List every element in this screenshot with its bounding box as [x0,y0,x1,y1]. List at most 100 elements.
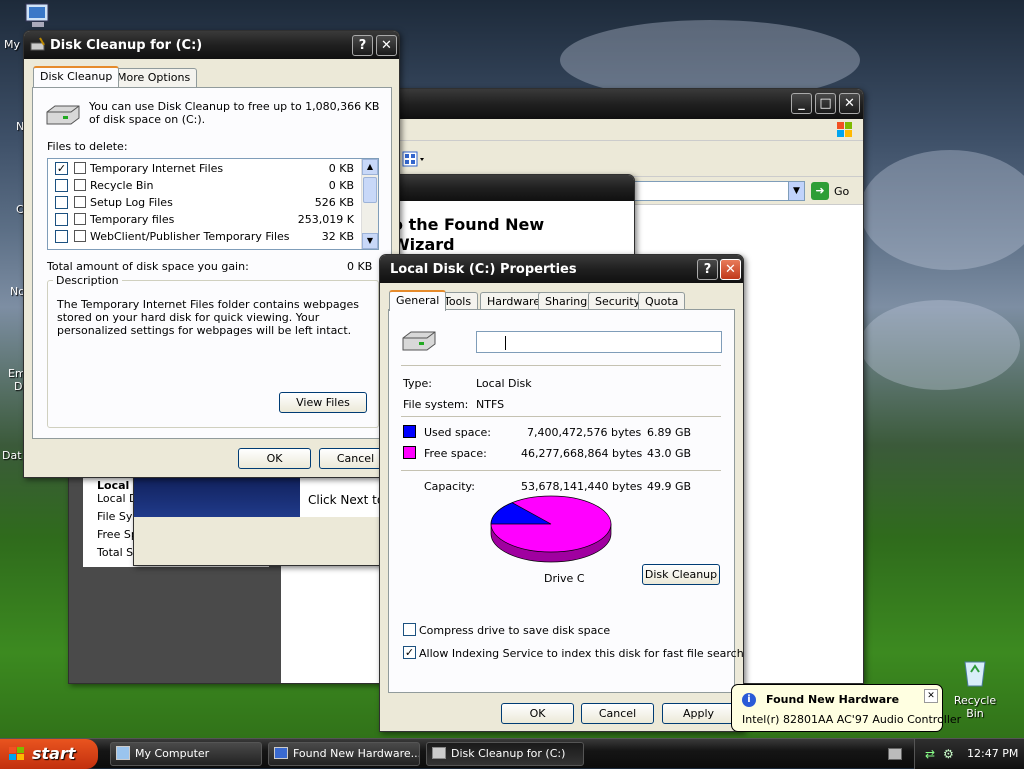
disk-cleanup-button[interactable]: Disk Cleanup [642,564,720,585]
file-row[interactable]: ✓ Temporary Internet Files 0 KB [48,160,362,177]
scroll-up-arrow-icon[interactable]: ▲ [362,159,378,175]
properties-window: Local Disk (C:) Properties ? ✕ General To… [379,254,744,732]
scroll-thumb[interactable] [363,177,377,203]
cancel-button[interactable]: Cancel [581,703,654,724]
used-space-swatch [403,425,416,438]
used-space-gb: 6.89 GB [647,426,692,439]
computer-icon [116,746,130,760]
separator [401,470,721,471]
capacity-label: Capacity: [424,480,475,493]
go-arrow-icon[interactable]: ➜ [811,182,829,200]
description-label: Description [53,274,122,287]
close-button[interactable]: ✕ [839,93,860,114]
file-size: 253,019 K [297,213,354,226]
minimize-button[interactable]: _ [791,93,812,114]
view-files-button[interactable]: View Files [279,392,367,413]
windows-logo-icon [9,747,24,760]
file-checkbox[interactable]: ✓ [55,162,68,175]
help-button[interactable]: ? [352,35,373,56]
file-size: 32 KB [321,230,354,243]
file-row[interactable]: Setup Log Files 526 KB [48,194,362,211]
hard-drive-icon [46,105,80,125]
details-item: File Sys [97,510,139,523]
file-icon [74,213,86,225]
desktop-label-d[interactable]: D [14,380,22,393]
file-row[interactable]: WebClient/Publisher Temporary Files 32 KB [48,228,362,245]
file-name: Setup Log Files [90,196,173,209]
close-button[interactable]: ✕ [720,259,741,280]
compress-checkbox[interactable] [403,623,416,636]
address-input[interactable]: ▼ [629,181,805,201]
start-button[interactable]: start [0,739,98,769]
file-checkbox[interactable] [55,213,68,226]
apply-button[interactable]: Apply [662,703,735,724]
file-system-value: NTFS [476,398,505,411]
help-button[interactable]: ? [697,259,718,280]
file-icon [74,179,86,191]
disk-cleanup-window: Disk Cleanup for (C:) ? ✕ Disk Cleanup M… [23,30,400,478]
total-label: Total amount of disk space you gain: [47,260,249,273]
files-list[interactable]: ✓ Temporary Internet Files 0 KB Recycle Bin… [47,158,379,250]
taskbar-button-disk-cleanup[interactable]: Disk Cleanup for (C:) [426,742,584,766]
desktop-label-dat[interactable]: Dat [2,449,22,462]
file-checkbox[interactable] [55,196,68,209]
tab-disk-cleanup[interactable]: Disk Cleanup [33,66,120,87]
capacity-bytes: 53,678,141,440 bytes [521,480,643,493]
file-icon [74,162,86,174]
taskbar-button-found-new-hardware[interactable]: Found New Hardware... [268,742,420,766]
windows-logo-icon [837,122,852,137]
wizard-banner [134,475,300,517]
free-space-bytes: 46,277,668,864 bytes [521,447,643,460]
file-system-label: File system: [403,398,469,411]
volume-label-input[interactable] [476,331,722,353]
wizard-icon [274,747,288,759]
chevron-down-icon[interactable]: ▼ [788,182,804,200]
file-name: Recycle Bin [90,179,154,192]
desktop-icon-recycle-bin[interactable]: Recycle Bin [945,656,1005,720]
compress-label[interactable]: Compress drive to save disk space [419,624,610,637]
taskbar-button-my-computer[interactable]: My Computer [110,742,262,766]
safely-remove-icon[interactable]: ⚙ [943,747,957,761]
total-value: 0 KB [347,260,373,273]
files-scrollbar[interactable]: ▲ ▼ [361,159,378,249]
file-checkbox[interactable] [55,230,68,243]
general-panel: Type: Local Disk File system: NTFS Used … [388,309,743,693]
used-space-bytes: 7,400,472,576 bytes [527,426,642,439]
file-row[interactable]: Temporary files 253,019 K [48,211,362,228]
ok-button[interactable]: OK [238,448,311,469]
wizard-heading-1: o the Found New [392,215,545,234]
desktop-icon-my-computer[interactable] [22,2,54,30]
tab-more-options[interactable]: More Options [110,68,198,87]
notification-balloon[interactable]: i Found New Hardware ✕ Intel(r) 82801AA … [731,684,961,732]
disk-usage-pie-chart [490,495,612,563]
scroll-down-arrow-icon[interactable]: ▼ [362,233,378,249]
go-label[interactable]: Go [834,185,849,198]
file-size: 0 KB [328,179,354,192]
file-checkbox[interactable] [55,179,68,192]
recycle-bin-icon [964,661,986,687]
desktop-label-my[interactable]: My [4,38,20,51]
file-icon [74,230,86,242]
details-item: Total Si [97,546,137,559]
indexing-checkbox[interactable]: ✓ [403,646,416,659]
clock[interactable]: 12:47 PM [967,747,1018,760]
ok-button[interactable]: OK [501,703,574,724]
close-button[interactable]: ✕ [376,35,397,56]
views-icon[interactable] [402,151,426,169]
file-name: Temporary Internet Files [90,162,224,175]
type-label: Type: [403,377,432,390]
type-value: Local Disk [476,377,532,390]
keyboard-icon[interactable] [888,748,902,760]
computer-icon [25,3,49,27]
system-tray: ⇄ ⚙ 12:47 PM [914,739,1024,769]
indexing-label[interactable]: Allow Indexing Service to index this dis… [419,647,743,660]
free-space-gb: 43.0 GB [647,447,692,460]
text-cursor [505,336,506,350]
properties-title: Local Disk (C:) Properties [390,261,577,277]
file-icon [74,196,86,208]
tab-general[interactable]: General [389,290,447,311]
network-icon[interactable]: ⇄ [925,747,939,761]
maximize-button[interactable]: □ [815,93,836,114]
file-row[interactable]: Recycle Bin 0 KB [48,177,362,194]
close-icon[interactable]: ✕ [924,689,938,703]
